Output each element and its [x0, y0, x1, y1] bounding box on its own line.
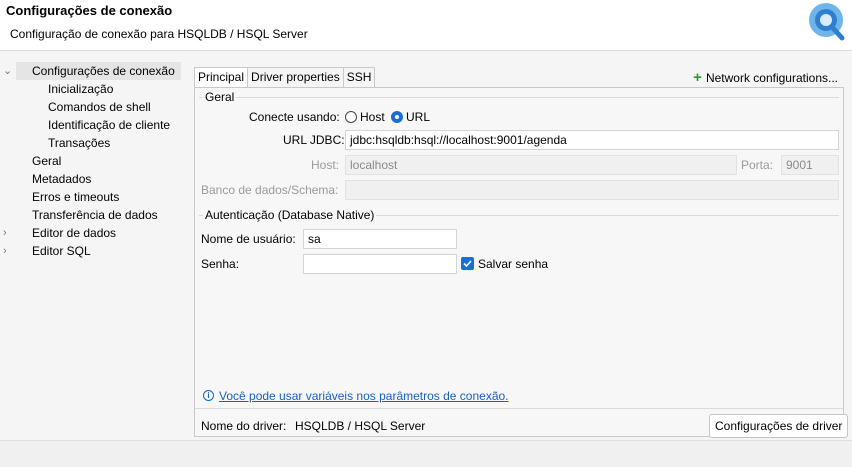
- variables-hint-link[interactable]: Você pode usar variáveis nos parâmetros …: [219, 389, 509, 403]
- driver-settings-button[interactable]: Configurações de driver: [709, 414, 849, 438]
- group-label-authentication: Autenticação (Database Native): [203, 208, 377, 222]
- driver-name-label: Nome do driver:: [201, 419, 287, 433]
- info-icon: i: [203, 390, 214, 401]
- tree-item-client-identification[interactable]: Identificação de cliente: [48, 116, 170, 134]
- dialog-footer: [0, 440, 852, 467]
- group-divider: [199, 97, 839, 98]
- tree-item-metadata[interactable]: Metadados: [32, 170, 91, 188]
- radio-circle-icon: [345, 111, 357, 123]
- tree-item-connection-settings[interactable]: ⌄ Configurações de conexão: [0, 62, 182, 80]
- principal-tab-content: Geral Conecte usando: Host URL URL JDBC:…: [194, 87, 849, 438]
- tab-ssh[interactable]: SSH: [342, 67, 376, 87]
- settings-panel: Principal Driver properties SSH + Network…: [188, 61, 849, 439]
- tree-item-transactions[interactable]: Transações: [48, 134, 110, 152]
- settings-tree: ⌄ Configurações de conexão Inicialização…: [0, 59, 182, 439]
- chevron-right-icon[interactable]: ›: [3, 224, 7, 242]
- checkmark-icon: [463, 260, 472, 268]
- username-input[interactable]: sa: [303, 229, 457, 249]
- tab-bar: Principal Driver properties SSH: [194, 67, 376, 87]
- tree-item-label: Editor SQL: [32, 244, 91, 258]
- database-schema-input[interactable]: [345, 180, 839, 200]
- chevron-down-icon[interactable]: ⌄: [3, 62, 12, 80]
- network-configurations-button[interactable]: + Network configurations...: [693, 69, 838, 86]
- driver-name-value: HSQLDB / HSQL Server: [295, 419, 426, 433]
- radio-host-label: Host: [360, 110, 385, 124]
- tree-item-shell-commands[interactable]: Comandos de shell: [48, 98, 151, 116]
- tab-principal[interactable]: Principal: [194, 67, 249, 87]
- network-configurations-label: Network configurations...: [705, 71, 838, 85]
- dialog-body: ⌄ Configurações de conexão Inicialização…: [0, 50, 852, 440]
- port-input[interactable]: 9001: [781, 155, 839, 175]
- radio-host[interactable]: Host: [345, 110, 385, 124]
- chevron-right-icon[interactable]: ›: [3, 242, 7, 260]
- tree-item-label: Editor de dados: [32, 226, 117, 240]
- plus-icon: +: [693, 69, 702, 86]
- host-input[interactable]: localhost: [345, 155, 737, 175]
- jdbc-url-input[interactable]: jdbc:hsqldb:hsql://localhost:9001/agenda: [345, 130, 839, 150]
- tab-driver-properties[interactable]: Driver properties: [247, 67, 344, 87]
- connect-using-label: Conecte usando:: [249, 110, 340, 124]
- password-label: Senha:: [201, 257, 240, 271]
- jdbc-url-label: URL JDBC:: [283, 133, 345, 147]
- database-schema-label: Banco de dados/Schema:: [201, 183, 339, 197]
- tree-item-label: Configurações de conexão: [16, 62, 181, 80]
- tree-item-errors-timeouts[interactable]: Erros e timeouts: [32, 188, 119, 206]
- group-label-general: Geral: [203, 90, 237, 104]
- save-password-checkbox[interactable]: [461, 257, 474, 270]
- footer-divider: [195, 408, 843, 409]
- page-subtitle: Configuração de conexão para HSQLDB / HS…: [10, 27, 308, 41]
- dialog-header: Configurações de conexão Configuração de…: [0, 0, 852, 50]
- dbeaver-logo-icon: [809, 3, 845, 41]
- tree-item-general[interactable]: Geral: [32, 152, 61, 170]
- password-input[interactable]: [303, 254, 457, 274]
- port-label: Porta:: [741, 158, 774, 172]
- username-label: Nome de usuário:: [201, 232, 296, 246]
- save-password-label: Salvar senha: [478, 257, 549, 271]
- radio-url[interactable]: URL: [391, 110, 430, 124]
- tree-item-data-transfer[interactable]: Transferência de dados: [32, 206, 158, 224]
- page-title: Configurações de conexão: [6, 3, 173, 18]
- radio-url-label: URL: [406, 110, 431, 124]
- host-label: Host:: [311, 158, 340, 172]
- radio-selected-icon: [391, 111, 403, 123]
- tree-item-initialization[interactable]: Inicialização: [48, 80, 113, 98]
